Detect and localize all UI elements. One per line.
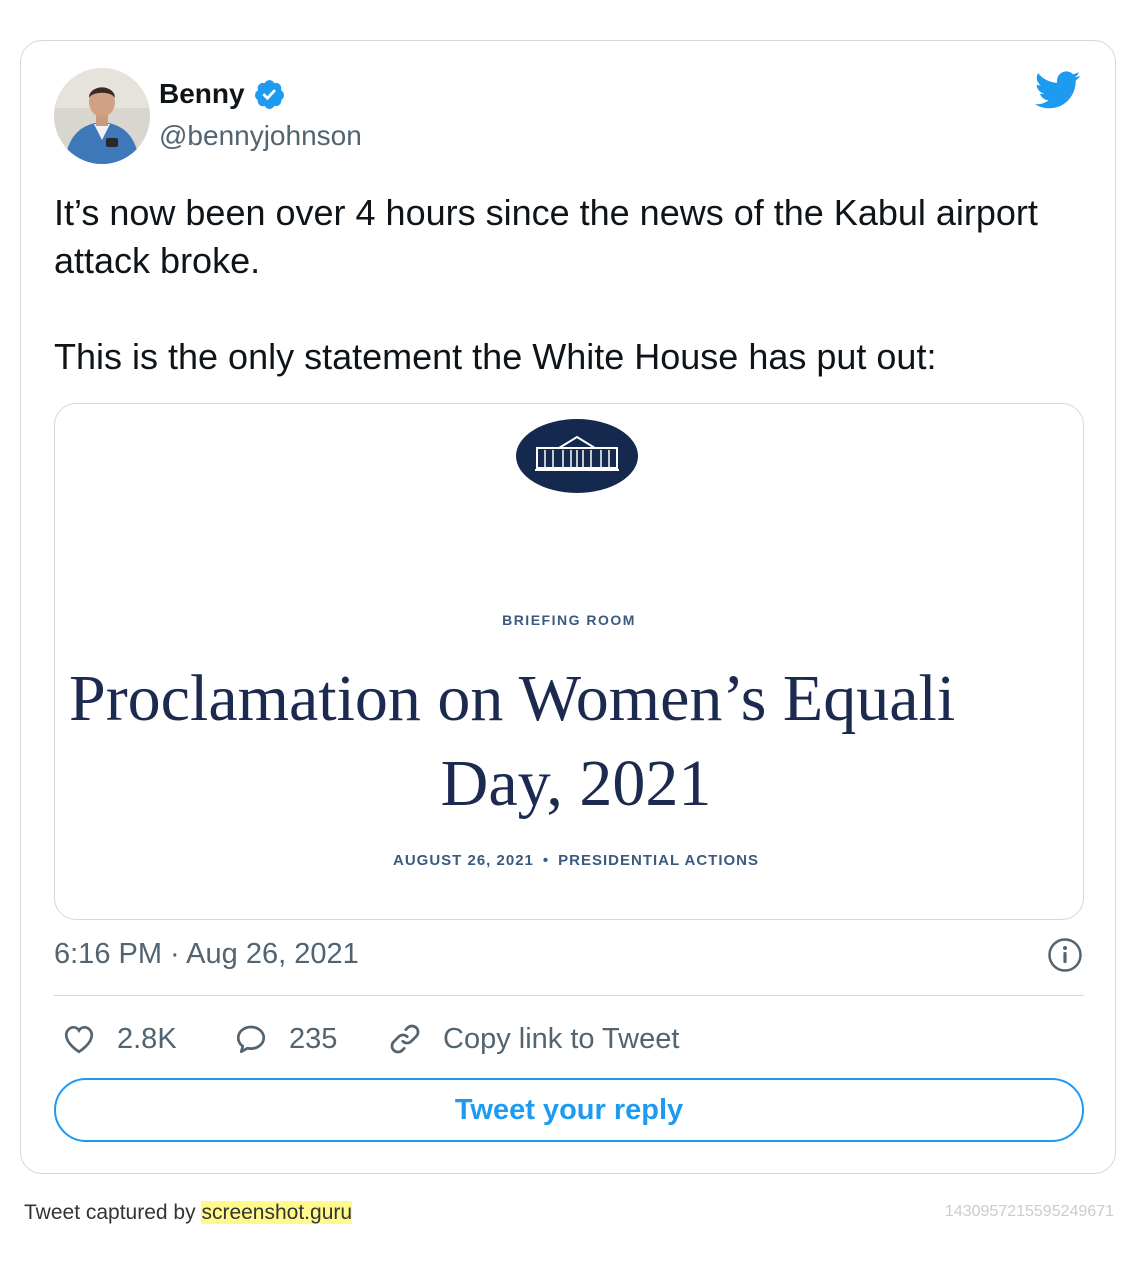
capture-credit: Tweet captured by screenshot.guru [24,1198,353,1228]
tweet-timestamp[interactable]: 6:16 PM · Aug 26, 2021 [54,937,359,971]
divider [54,995,1084,996]
author-handle[interactable]: @bennyjohnson [159,119,362,153]
capture-site-link[interactable]: screenshot.guru [201,1201,353,1224]
twitter-bird-icon[interactable] [1033,71,1081,111]
media-headline: Proclamation on Women’s Equali [69,662,956,735]
tweet-reply-button[interactable]: Tweet your reply [54,1078,1084,1142]
avatar[interactable] [54,68,150,164]
like-count: 2.8K [117,1022,177,1055]
author-display-name[interactable]: Benny [159,77,245,111]
tweet-media-image[interactable]: BRIEFING ROOM Proclamation on Women’s Eq… [54,403,1084,920]
reply-action-button[interactable]: 235 [233,1019,337,1059]
media-section-label: BRIEFING ROOM [502,612,636,628]
tweet-id: 1430957215595249671 [944,1203,1114,1220]
verified-badge-icon [254,79,284,109]
heart-icon [64,1025,94,1054]
capture-credit-prefix: Tweet captured by [24,1201,196,1224]
author-name-row[interactable]: Benny [159,77,286,111]
like-button[interactable]: 2.8K [61,1019,177,1059]
tweet-text-paragraph: It’s now been over 4 hours since the new… [54,192,1038,281]
copy-link-label: Copy link to Tweet [443,1022,680,1055]
tweet-card: Benny @bennyjohnson It’s now been over 4… [20,40,1116,1174]
media-headline: Day, 2021 [440,747,712,820]
white-house-logo [516,419,638,493]
copy-link-button[interactable]: Copy link to Tweet [387,1019,679,1059]
media-category: PRESIDENTIAL ACTIONS [558,852,759,869]
tweet-text-paragraph: This is the only statement the White Hou… [54,336,937,377]
reply-bubble-icon [236,1025,266,1054]
avatar-image [54,68,150,164]
media-separator: • [542,852,550,869]
link-icon [390,1024,420,1054]
media-date: AUGUST 26, 2021 [392,852,534,869]
info-icon[interactable] [1047,937,1083,973]
tweet-text: It’s now been over 4 hours since the new… [54,189,1084,381]
media-meta-line: AUGUST 26, 2021 • PRESIDENTIAL ACTIONS [55,852,1083,869]
reply-count: 235 [289,1022,338,1055]
